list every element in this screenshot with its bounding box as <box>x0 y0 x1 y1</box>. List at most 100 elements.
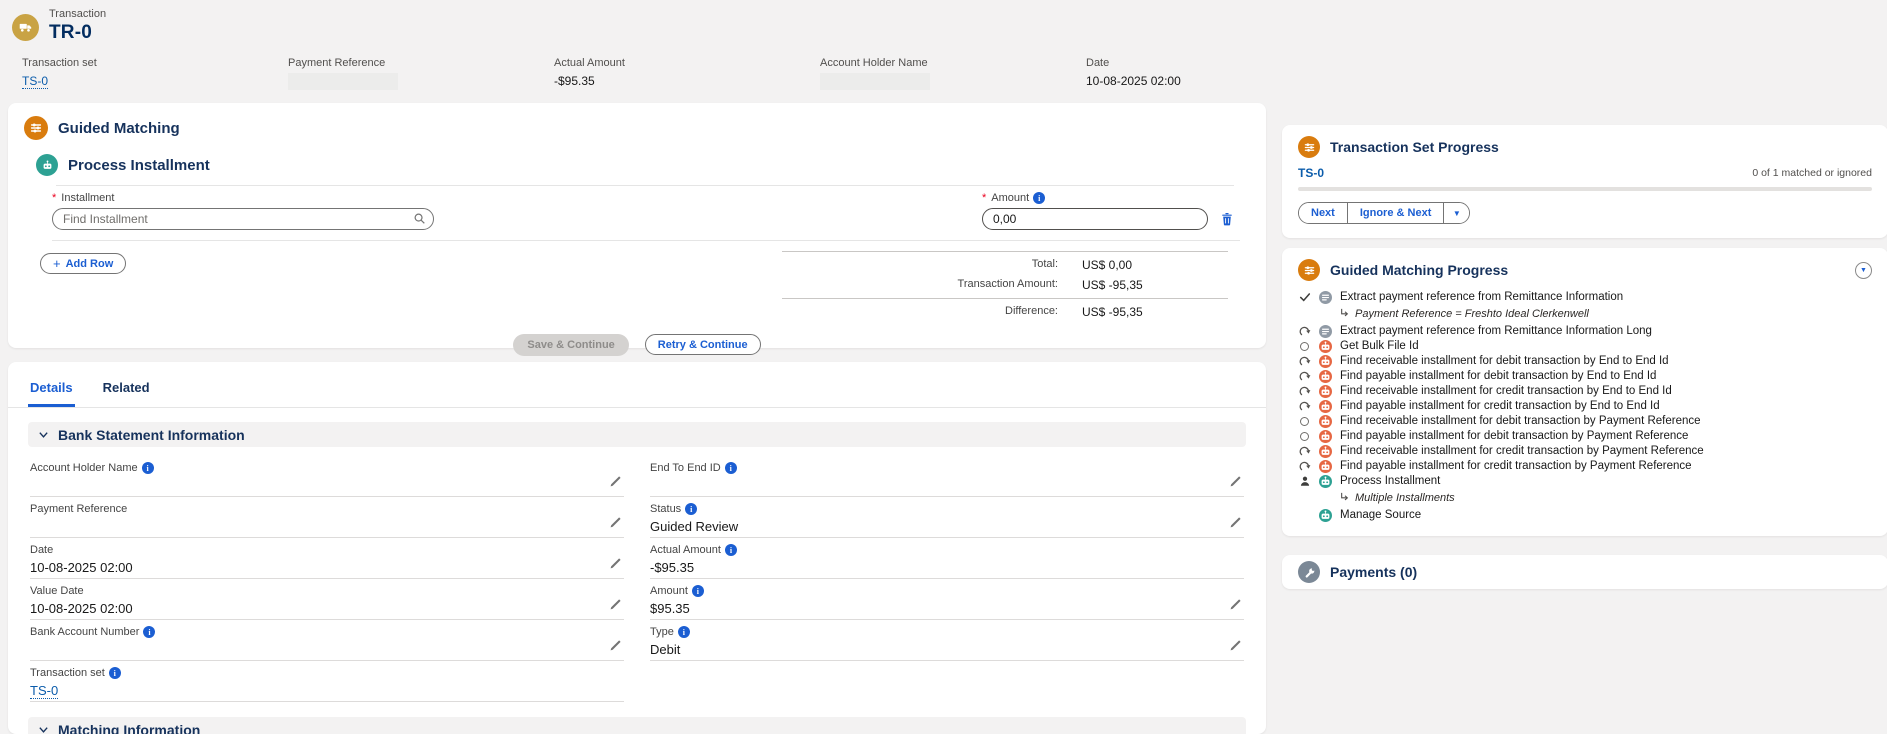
matched-count-text: 0 of 1 matched or ignored <box>1752 167 1872 179</box>
transaction-amount-value: US$ -95,35 <box>1082 278 1143 292</box>
process-installment-title: Process Installment <box>68 157 210 174</box>
progress-step: Find payable installment for credit tran… <box>1298 399 1872 414</box>
skipped-arrow-icon <box>1298 325 1311 337</box>
edit-pencil-icon[interactable] <box>609 475 622 491</box>
bot-icon <box>1319 509 1332 522</box>
ignore-and-next-button[interactable]: Ignore & Next <box>1347 203 1444 223</box>
installment-search-input[interactable] <box>52 208 434 230</box>
progress-step-note: Multiple Installments <box>1340 489 1872 507</box>
edit-pencil-icon[interactable] <box>1229 475 1242 491</box>
progress-step: Find receivable installment for debit tr… <box>1298 354 1872 369</box>
search-icon <box>413 212 426 230</box>
progress-step: Extract payment reference from Remittanc… <box>1298 290 1872 305</box>
field-account-holder-name: Account Holder Name <box>820 57 1086 90</box>
skipped-arrow-icon <box>1298 400 1311 412</box>
chevron-down-icon <box>38 724 49 734</box>
transaction-record-page: Transaction TR-0 Transaction set TS-0 Pa… <box>0 0 1887 734</box>
tab-related[interactable]: Related <box>101 374 152 407</box>
progress-step: Get Bulk File Id <box>1298 339 1872 354</box>
highlight-fields: Transaction set TS-0 Payment Reference A… <box>22 57 1352 90</box>
progress-step: Process Installment <box>1298 474 1872 489</box>
record-tabs: Details Related <box>8 374 1266 408</box>
more-actions-dropdown[interactable]: ▼ <box>1443 203 1469 223</box>
progress-step: Find payable installment for credit tran… <box>1298 459 1872 474</box>
progress-step: Find payable installment for debit trans… <box>1298 369 1872 384</box>
return-arrow-icon <box>1340 305 1350 323</box>
progress-step-note: Payment Reference = Freshto Ideal Clerke… <box>1340 305 1872 323</box>
info-icon[interactable]: i <box>678 626 690 638</box>
edit-pencil-icon[interactable] <box>1229 598 1242 614</box>
info-icon[interactable]: i <box>692 585 704 597</box>
record-header: Transaction TR-0 <box>12 8 106 44</box>
progress-bar <box>1298 187 1872 191</box>
field-row-end-to-end-id: End To End IDi <box>650 457 1244 497</box>
transaction-amount-label: Transaction Amount: <box>782 278 1082 292</box>
info-icon[interactable]: i <box>142 462 154 474</box>
installment-row: *Installment *Amount i <box>52 192 1240 241</box>
bot-icon <box>1319 445 1332 458</box>
pending-circle-icon <box>1298 417 1311 426</box>
tab-details[interactable]: Details <box>28 374 75 407</box>
guided-matching-icon <box>24 116 48 140</box>
next-button-group: Next Ignore & Next ▼ <box>1298 202 1470 224</box>
total-value: US$ 0,00 <box>1082 258 1132 272</box>
bot-icon <box>1319 400 1332 413</box>
bot-icon <box>1319 430 1332 443</box>
field-actual-amount: Actual Amount -$95.35 <box>554 57 820 90</box>
bot-icon <box>1319 460 1332 473</box>
totals-summary: Total: US$ 0,00 Transaction Amount: US$ … <box>782 251 1228 322</box>
field-row-actual-amount: Actual Amounti -$95.35 <box>650 539 1244 579</box>
transaction-set-link[interactable]: TS-0 <box>30 683 58 699</box>
field-transaction-set: Transaction set TS-0 <box>22 57 288 90</box>
difference-value: US$ -95,35 <box>1082 305 1143 319</box>
bot-icon <box>1319 415 1332 428</box>
retry-continue-button[interactable]: Retry & Continue <box>645 334 761 355</box>
add-row-button[interactable]: + Add Row <box>40 253 126 274</box>
field-date: Date 10-08-2025 02:00 <box>1086 57 1352 90</box>
info-icon[interactable]: i <box>143 626 155 638</box>
field-row-account-holder-name: Account Holder Namei <box>30 457 624 497</box>
progress-step: Find receivable installment for debit tr… <box>1298 414 1872 429</box>
guided-matching-progress-icon <box>1298 259 1320 281</box>
payments-card[interactable]: Payments (0) <box>1282 555 1887 589</box>
matching-information-section-header[interactable]: Matching Information <box>28 717 1246 734</box>
total-label: Total: <box>782 258 1082 272</box>
empty-value-placeholder <box>820 73 930 90</box>
transaction-set-progress-title: Transaction Set Progress <box>1330 139 1499 155</box>
info-icon[interactable]: i <box>1033 192 1045 204</box>
next-button[interactable]: Next <box>1299 203 1347 223</box>
info-icon[interactable]: i <box>109 667 121 679</box>
info-icon[interactable]: i <box>685 503 697 515</box>
amount-input[interactable] <box>982 208 1208 230</box>
collapse-section-button[interactable]: ▼ <box>1855 262 1872 279</box>
amount-label: *Amount i <box>982 192 1208 204</box>
manual-user-icon <box>1298 475 1311 487</box>
field-row-date: Date 10-08-2025 02:00 <box>30 539 624 579</box>
edit-pencil-icon[interactable] <box>1229 516 1242 532</box>
info-icon[interactable]: i <box>725 462 737 474</box>
progress-step: Manage Source <box>1298 508 1872 523</box>
return-arrow-icon <box>1340 489 1350 507</box>
bot-icon <box>1319 385 1332 398</box>
edit-pencil-icon[interactable] <box>609 557 622 573</box>
pending-circle-icon <box>1298 432 1311 441</box>
edit-pencil-icon[interactable] <box>609 516 622 532</box>
guided-matching-progress-card: Guided Matching Progress ▼ Extract payme… <box>1282 248 1887 536</box>
transaction-object-icon <box>12 14 39 41</box>
save-continue-button[interactable]: Save & Continue <box>513 334 628 356</box>
info-icon[interactable]: i <box>725 544 737 556</box>
bank-statement-section-header[interactable]: Bank Statement Information <box>28 422 1246 447</box>
field-row-payment-reference: Payment Reference <box>30 498 624 538</box>
skipped-arrow-icon <box>1298 445 1311 457</box>
bot-icon <box>1319 340 1332 353</box>
edit-pencil-icon[interactable] <box>1229 639 1242 655</box>
record-title: TR-0 <box>49 22 106 44</box>
edit-pencil-icon[interactable] <box>609 639 622 655</box>
edit-pencil-icon[interactable] <box>609 598 622 614</box>
field-row-value-date: Value Date 10-08-2025 02:00 <box>30 580 624 620</box>
payments-icon <box>1298 561 1320 583</box>
delete-row-button[interactable] <box>1218 210 1236 231</box>
chevron-down-icon <box>38 429 49 440</box>
transaction-set-link[interactable]: TS-0 <box>22 74 48 89</box>
transaction-set-link[interactable]: TS-0 <box>1298 166 1324 180</box>
